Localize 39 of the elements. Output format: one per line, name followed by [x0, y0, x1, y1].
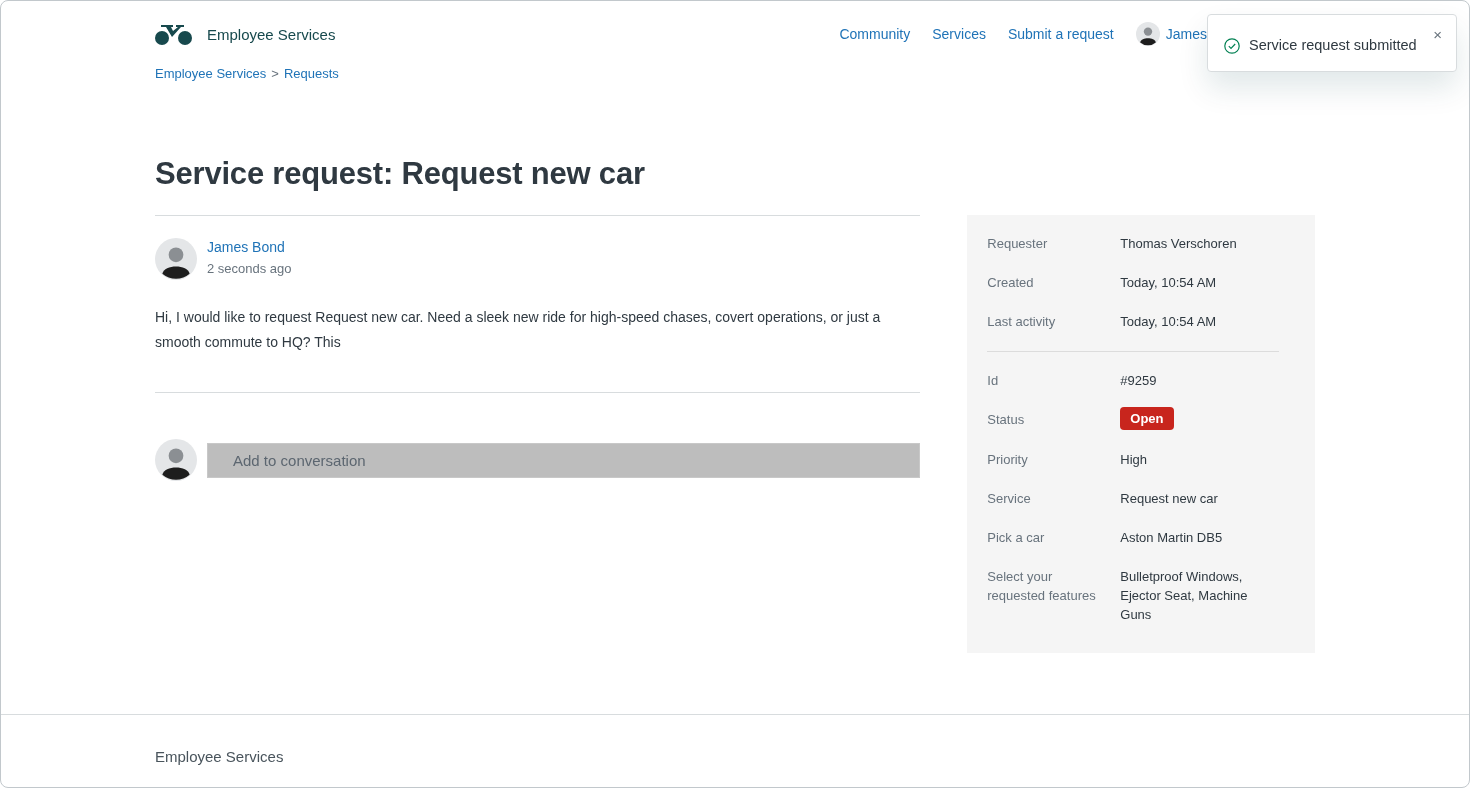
reply-field[interactable]: Add to conversation: [207, 442, 921, 478]
field-label: Created: [987, 274, 1035, 292]
field-label: Id: [987, 372, 1000, 390]
breadcrumb-separator: >: [271, 66, 279, 81]
page-title: Service request: Request new car: [155, 156, 646, 192]
comment-text: Hi, I would like to request Request new car. Need a sleek new ride for high-speed chases, covert operations, or just a smooth commute to HQ? This: [155, 308, 882, 352]
field-value: Today, 10:54 AM: [1120, 274, 1218, 292]
field-value: Thomas Verschoren: [1120, 235, 1238, 253]
avatar-icon: [155, 238, 197, 280]
field-value: #9259: [1120, 372, 1158, 390]
breadcrumb-link[interactable]: Requests: [283, 66, 339, 81]
field-label: Requester: [987, 235, 1049, 253]
user-menu[interactable]: James: [1135, 22, 1207, 46]
avatar-icon: [155, 439, 197, 481]
nav-link[interactable]: Services: [932, 26, 986, 42]
field-label: Priority: [987, 451, 1029, 469]
field-value: Today, 10:54 AM: [1120, 313, 1218, 331]
toast-message: Service request submitted: [1249, 37, 1417, 53]
check-circle-icon: [1224, 38, 1240, 54]
status-badge: Open: [1120, 407, 1174, 430]
avatar-icon: [1135, 22, 1160, 46]
field-label: Pick a car: [987, 529, 1046, 547]
author-link[interactable]: James Bond: [207, 239, 292, 255]
field-value: Bulletproof Windows, Ejector Seat, Machine Guns: [1120, 568, 1249, 624]
brand-name[interactable]: Employee Services: [207, 25, 336, 43]
field-value: High: [1120, 451, 1149, 469]
field-value: Aston Martin DB5: [1120, 529, 1224, 547]
breadcrumb-link[interactable]: Employee Services: [155, 66, 267, 81]
footer-text: Employee Services: [155, 748, 284, 765]
field-label: Status: [987, 411, 1026, 429]
field-label: Service: [987, 490, 1032, 508]
bicycle-logo-icon[interactable]: [155, 22, 192, 46]
nav-link[interactable]: Community: [839, 26, 911, 42]
field-value: Request new car: [1120, 490, 1219, 508]
field-label: Select your requested features: [987, 568, 1097, 605]
field-label: Last activity: [987, 313, 1057, 331]
comment-time: 2 seconds ago: [207, 261, 292, 276]
nav-link[interactable]: Submit a request: [1007, 26, 1114, 42]
close-button[interactable]: ×: [1431, 26, 1444, 43]
